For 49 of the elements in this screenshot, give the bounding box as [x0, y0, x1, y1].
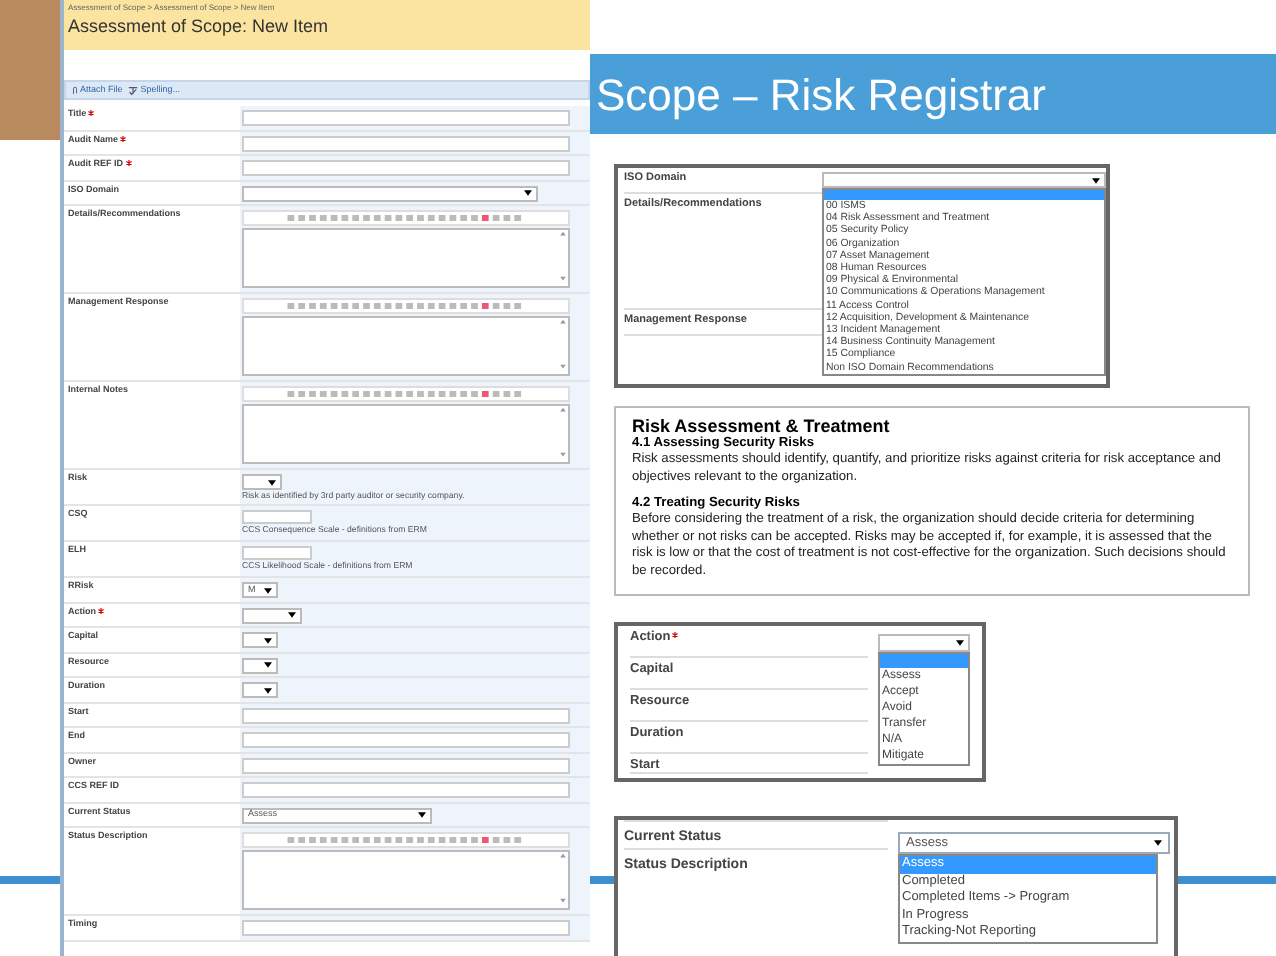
guidance-title: Risk Assessment & Treatment: [632, 416, 892, 436]
dropdown-field[interactable]: [878, 634, 970, 652]
scrollbar[interactable]: [558, 318, 568, 374]
page-title: Assessment of Scope: New Item: [68, 14, 331, 40]
text-area[interactable]: [242, 316, 570, 376]
rich-text-toolbar[interactable]: [242, 298, 570, 314]
text-field[interactable]: [242, 707, 570, 723]
scrollbar[interactable]: [558, 406, 568, 462]
caret-icon: [264, 687, 272, 693]
slide-title: Scope – Risk Registrar: [596, 67, 1046, 124]
photo-placeholder: [0, 0, 60, 140]
text-field[interactable]: [242, 110, 570, 126]
text-area[interactable]: [242, 850, 570, 910]
dropdown-field[interactable]: [242, 632, 278, 648]
caret-icon: [264, 637, 272, 643]
highlighted-option[interactable]: [824, 190, 1104, 200]
caret-icon: [418, 812, 426, 818]
caret-icon: [288, 612, 296, 618]
caret-icon: [1154, 840, 1162, 846]
spellcheck-icon: [128, 85, 139, 95]
caret-icon: [1092, 177, 1100, 183]
dropdown-field[interactable]: [242, 474, 282, 490]
dropdown-field[interactable]: [242, 682, 278, 698]
text-field[interactable]: [242, 732, 570, 748]
caret-icon: [524, 190, 532, 196]
text-field[interactable]: [242, 920, 570, 936]
highlighted-option[interactable]: [880, 654, 968, 668]
paperclip-icon: [72, 85, 78, 95]
rich-text-toolbar[interactable]: [242, 386, 570, 402]
dropdown-field[interactable]: [242, 185, 538, 201]
caret-icon: [268, 479, 276, 485]
dropdown-field[interactable]: [242, 607, 302, 623]
caret-icon: [956, 640, 964, 646]
rich-text-toolbar[interactable]: [242, 210, 570, 226]
dropdown-field[interactable]: [822, 172, 1106, 188]
caret-icon: [264, 587, 272, 593]
text-field[interactable]: [242, 510, 312, 524]
caret-icon: [264, 662, 272, 668]
text-field[interactable]: [242, 546, 312, 560]
scrollbar[interactable]: [558, 230, 568, 286]
text-field[interactable]: [242, 782, 570, 798]
rich-text-toolbar[interactable]: [242, 832, 570, 848]
dropdown-field[interactable]: [242, 657, 278, 673]
text-field[interactable]: [242, 135, 570, 151]
text-area[interactable]: [242, 228, 570, 288]
text-field[interactable]: [242, 757, 570, 773]
scrollbar[interactable]: [558, 852, 568, 908]
text-area[interactable]: [242, 404, 570, 464]
text-field[interactable]: [242, 160, 570, 176]
